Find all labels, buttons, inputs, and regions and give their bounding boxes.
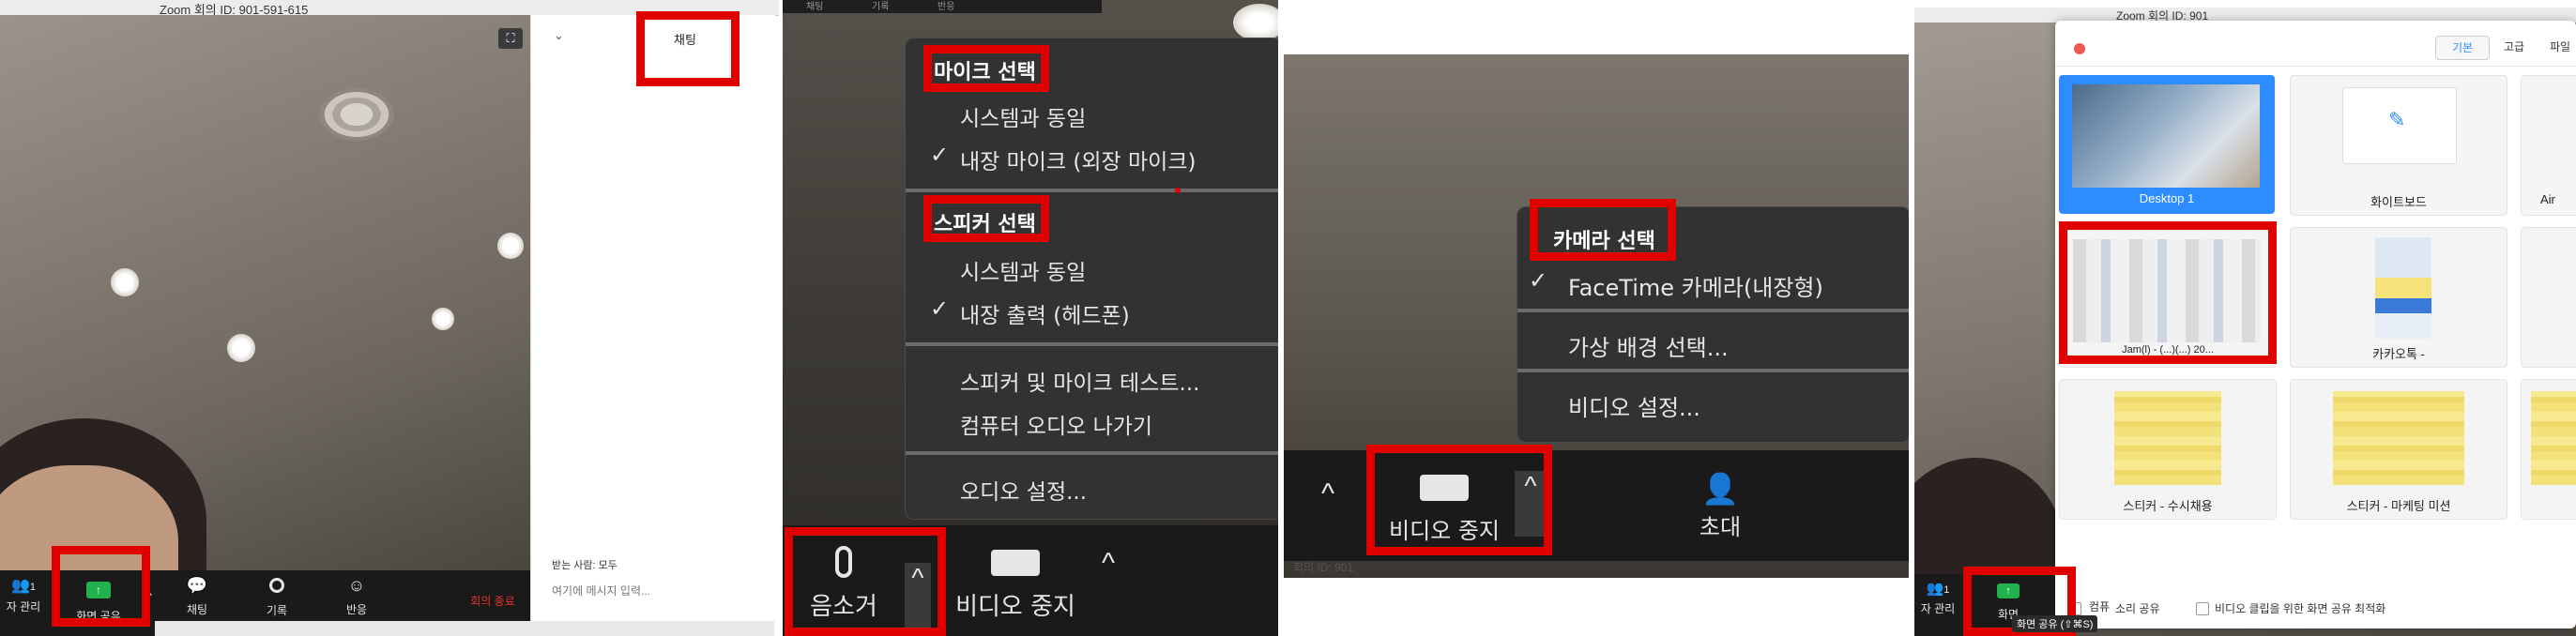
fullscreen-icon[interactable]: ⛶: [498, 28, 523, 49]
chat-icon: 💬: [186, 576, 208, 595]
highlight-mute-button: [785, 527, 946, 636]
virtual-background-item[interactable]: 가상 배경 선택...: [1568, 329, 1729, 362]
tile-label: 스티커 - 수시채용: [2123, 499, 2213, 513]
menu-separator: [1517, 309, 1909, 312]
tab-files[interactable]: 파일: [2541, 36, 2576, 58]
tile-label: 스티커 - 마케팅 미션: [2346, 499, 2451, 513]
panel-share-screen: Zoom 회의 ID: 901 기본 고급 파일 Desktop 1 ✎ 화이트…: [1914, 8, 2576, 636]
highlight-stop-video: [1366, 445, 1552, 555]
video-settings-item[interactable]: 비디오 설정...: [1568, 389, 1700, 422]
mic-option[interactable]: 시스템과 동일: [960, 100, 1086, 132]
kakaotalk-thumbnail: [2375, 237, 2431, 339]
highlight-desktop-window: [2059, 221, 2277, 364]
ceiling-light: [1233, 4, 1278, 41]
invite-button[interactable]: 👤 초대: [1659, 458, 1781, 557]
top-tab: 기록: [872, 2, 890, 12]
top-tab: 반응: [937, 2, 955, 12]
red-marker: [1175, 188, 1181, 193]
audio-settings-item[interactable]: 오디오 설정...: [960, 474, 1087, 506]
tile-label: 카카오톡 -: [2372, 347, 2425, 361]
highlight-speaker-header: [923, 195, 1049, 242]
ceiling-light: [432, 308, 454, 330]
add-user-icon: 👤: [1701, 472, 1739, 506]
audio-test-item[interactable]: 스피커 및 마이크 테스트...: [960, 365, 1199, 397]
chevron-down-icon[interactable]: ⌄: [554, 28, 564, 43]
highlight-mic-header: [923, 45, 1049, 92]
pencil-icon: ✎: [2388, 108, 2406, 131]
video-options-chevron-icon[interactable]: ^: [1102, 548, 1115, 580]
tab-advanced[interactable]: 고급: [2493, 36, 2535, 58]
audio-options-chevron-icon[interactable]: ^: [1321, 478, 1334, 510]
chat-panel: ⌄ 채팅 받는 사람: 모두 여기에 메시지 입력...: [530, 15, 775, 636]
participants-icon: 👥1: [10, 578, 37, 594]
share-tile-sticky-1[interactable]: 스티커 - 수시채용: [2059, 379, 2277, 520]
mic-option[interactable]: 내장 마이크 (외장 마이크): [960, 144, 1196, 175]
optimize-video-checkbox[interactable]: [2196, 602, 2209, 615]
participants-button[interactable]: 👥1 자 관리: [1914, 580, 1961, 636]
stop-video-button[interactable]: 비디오 중지: [940, 533, 1090, 636]
audio-menu: 마이크 선택 시스템과 동일 ✓ 내장 마이크 (외장 마이크) 스피커 선택 …: [905, 38, 1278, 520]
menu-separator: [906, 342, 1278, 346]
sticky-thumbnail: [2333, 391, 2464, 485]
optimize-video-label: 비디오 클립을 위한 화면 공유 최적화: [2215, 602, 2386, 615]
share-tooltip: 화면 공유 (⇧⌘S): [2012, 615, 2098, 632]
menu-separator: [906, 189, 1278, 192]
share-tile-airplay[interactable]: Air: [2521, 75, 2576, 216]
share-tile-whiteboard[interactable]: ✎ 화이트보드: [2290, 75, 2507, 216]
highlight-camera-header: [1530, 199, 1676, 261]
desktop-thumbnail: [2072, 84, 2260, 188]
ceiling-speaker: [319, 88, 394, 141]
checkmark-icon: ✓: [930, 295, 950, 322]
sticky-thumbnail: [2114, 391, 2221, 485]
top-toolbar-fragment: 채팅 기록 반응: [783, 0, 1102, 13]
ceiling-light: [227, 334, 255, 362]
highlight-chat-tab: [636, 11, 739, 86]
ceiling-light: [497, 233, 524, 259]
speaker-option[interactable]: 시스템과 동일: [960, 254, 1086, 286]
tile-label: Air: [2540, 192, 2555, 206]
gray-strip: [155, 621, 774, 636]
top-tab: 채팅: [806, 2, 824, 12]
video-camera-icon: [991, 550, 1040, 576]
tab-basic[interactable]: 기본: [2435, 36, 2490, 60]
receiver-label[interactable]: 받는 사람: 모두: [552, 557, 617, 572]
camera-option[interactable]: FaceTime 카메라(내장형): [1568, 269, 1823, 302]
panel-video-menu: 카메라 선택 ✓ FaceTime 카메라(내장형) 가상 배경 선택... 비…: [1284, 54, 1909, 578]
participants-icon: 👥1: [1926, 581, 1950, 597]
checkmark-icon: ✓: [1529, 267, 1548, 294]
share-fragment: 컴퓨: [2089, 600, 2111, 613]
leave-audio-item[interactable]: 컴퓨터 오디오 나가기: [960, 408, 1152, 440]
share-tile-desktop[interactable]: Desktop 1: [2059, 75, 2275, 214]
participants-button[interactable]: 👥1 자 관리: [0, 576, 47, 636]
speaker-option[interactable]: 내장 출력 (헤드폰): [960, 297, 1130, 329]
highlight-share-screen: [52, 546, 150, 627]
message-input[interactable]: 여기에 메시지 입력...: [552, 583, 650, 598]
share-tile-kakaotalk[interactable]: 카카오톡 -: [2290, 227, 2507, 368]
share-tile-sticky-3[interactable]: [2521, 379, 2576, 520]
share-tile-window-2[interactable]: [2521, 227, 2576, 368]
share-tile-sticky-2[interactable]: 스티커 - 마케팅 미션: [2290, 379, 2507, 520]
ceiling-light: [111, 268, 139, 296]
video-area: ⛶: [0, 15, 530, 634]
menu-separator: [1517, 369, 1909, 372]
close-dot-icon[interactable]: [2074, 43, 2085, 54]
sticky-thumbnail: [2531, 391, 2576, 485]
record-icon: [269, 578, 284, 593]
tile-label: Desktop 1: [2139, 191, 2195, 205]
tabs-divider: [2055, 66, 2576, 67]
tile-label: 화이트보드: [2370, 195, 2427, 209]
meeting-id-fragment: 회의 ID: 901: [1293, 561, 1354, 574]
share-sound-label: 소리 공유: [2115, 602, 2160, 615]
panel-meeting-chat: Zoom 회의 ID: 901-591-615 ⛶ 👥1 자 관리 ↑ 화면 공…: [0, 0, 779, 636]
reactions-icon: ☺: [347, 576, 366, 595]
panel-audio-menu: 채팅 기록 반응 마이크 선택 시스템과 동일 ✓ 내장 마이크 (외장 마이크…: [783, 0, 1278, 636]
menu-separator: [906, 451, 1278, 455]
checkmark-icon: ✓: [930, 142, 950, 168]
